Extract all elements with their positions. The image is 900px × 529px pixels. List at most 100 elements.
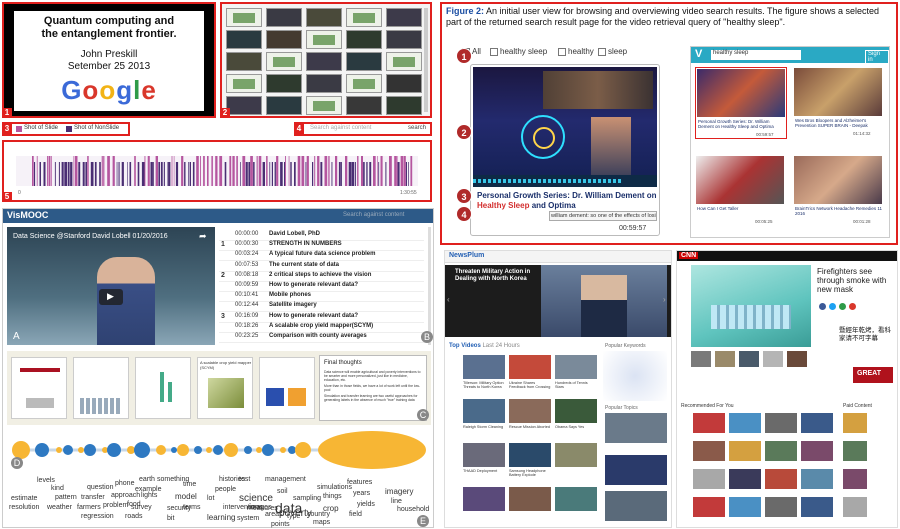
topic-bubble[interactable] (244, 446, 252, 454)
timeline-nonslide-shot[interactable] (369, 162, 372, 186)
toc-item[interactable]: 00:09:59 How to generate relevant data? (219, 282, 424, 292)
hero-prev-icon[interactable]: ‹ (447, 295, 450, 304)
timeline-slide-shot[interactable] (258, 156, 262, 186)
timeline-slide-shot[interactable] (256, 156, 258, 186)
result-card-4[interactable]: BrainTrics Network Headache Remedies 11 … (793, 155, 885, 227)
wordcloud-word[interactable]: model (175, 492, 197, 501)
topic-thumb-1[interactable] (605, 413, 667, 443)
wordcloud-word[interactable]: lot (207, 495, 214, 502)
topic-bubble[interactable] (107, 443, 121, 457)
timeline-nonslide-shot[interactable] (34, 162, 36, 186)
timeline-slide-shot[interactable] (181, 156, 184, 186)
timeline-nonslide-shot[interactable] (192, 162, 195, 186)
filter-healthy-sleep-checkbox[interactable] (490, 48, 498, 56)
news-video-card[interactable]: Samsung Headphone Battery Explode (509, 443, 551, 483)
result-card-2[interactable]: Wes Bros Bloopers and Alzheimer's Preven… (793, 67, 885, 139)
cnn-recommended-thumb[interactable] (729, 469, 761, 489)
toc-item[interactable]: 00:00:00 David Lobell, PhD (219, 231, 424, 241)
result-search-input[interactable]: healthy sleep (711, 50, 801, 60)
hero-video[interactable] (541, 265, 667, 337)
timeline-slide-shot[interactable] (47, 156, 49, 186)
timeline-nonslide-shot[interactable] (150, 162, 153, 186)
timeline-slide-shot[interactable] (51, 156, 52, 186)
wordcloud-word[interactable]: approach (111, 492, 140, 499)
toc-item[interactable]: 00:12:44 Satellite imagery (219, 302, 424, 313)
timeline-slide-shot[interactable] (276, 156, 279, 186)
timeline-nonslide-shot[interactable] (161, 162, 163, 186)
timeline-nonslide-shot[interactable] (90, 162, 94, 186)
slide-thumb-1[interactable] (11, 357, 67, 419)
shot-thumbnail[interactable] (266, 8, 302, 27)
timeline-nonslide-shot[interactable] (405, 162, 407, 186)
topic-bubble[interactable] (78, 447, 84, 453)
topic-thumb-3[interactable] (605, 491, 667, 521)
last-24-hours-label[interactable]: Last 24 Hours (482, 343, 519, 349)
wordcloud-word[interactable]: bit (167, 515, 174, 522)
timeline-nonslide-shot[interactable] (85, 162, 87, 186)
timeline-slide-shot[interactable] (36, 156, 38, 186)
wordcloud-word[interactable]: security (167, 505, 191, 512)
cnn-recommended-thumb[interactable] (801, 469, 833, 489)
timeline-slide-shot[interactable] (215, 156, 218, 186)
toc-item[interactable]: 00:07:53 The current state of data (219, 262, 424, 272)
timeline-nonslide-shot[interactable] (141, 162, 145, 186)
timeline-slide-shot[interactable] (134, 156, 136, 186)
filter-sleep-checkbox[interactable] (598, 48, 606, 56)
timeline-slide-shot[interactable] (87, 156, 89, 186)
wordcloud-word[interactable]: imagery (385, 487, 413, 496)
timeline-nonslide-shot[interactable] (280, 162, 283, 186)
wordcloud-word[interactable]: line (391, 498, 402, 505)
cnn-recommended-thumb[interactable] (801, 441, 833, 461)
timeline-nonslide-shot[interactable] (240, 162, 241, 186)
wordcloud-word[interactable]: earth (139, 476, 155, 483)
shot-thumbnail[interactable] (266, 30, 302, 49)
topic-bubble-large[interactable] (318, 431, 426, 469)
timeline-nonslide-shot[interactable] (99, 162, 101, 186)
wordcloud-word[interactable]: system (237, 515, 259, 522)
timeline-slide-shot[interactable] (357, 156, 359, 186)
news-video-card[interactable]: Tillerson: Military Option Threats to No… (463, 355, 505, 395)
wordcloud-word[interactable]: transfer (81, 494, 105, 501)
timeline-slide-shot[interactable] (335, 156, 338, 186)
news-video-card[interactable]: Rescue Mission Aborted (509, 399, 551, 439)
timeline-nonslide-shot[interactable] (290, 162, 292, 186)
wordcloud-word[interactable]: people (215, 486, 236, 493)
wordcloud-word[interactable]: weather (47, 504, 72, 511)
topic-bubble[interactable] (213, 445, 223, 455)
wordcloud-word[interactable]: kind (51, 485, 64, 492)
slide-thumb-3[interactable] (135, 357, 191, 419)
timeline-slide-shot[interactable] (211, 156, 213, 186)
timeline-nonslide-shot[interactable] (385, 162, 387, 186)
timeline-nonslide-shot[interactable] (116, 162, 118, 186)
timeline-slide-shot[interactable] (396, 156, 398, 186)
timeline-nonslide-shot[interactable] (189, 162, 191, 186)
timeline-slide-shot[interactable] (345, 156, 348, 186)
timeline-slide-shot[interactable] (73, 156, 75, 186)
share-icons[interactable] (819, 303, 889, 311)
cnn-recommended-thumb[interactable] (693, 441, 725, 461)
timeline-slide-shot[interactable] (410, 156, 413, 186)
topic-bubble[interactable] (194, 446, 202, 454)
timeline-slide-shot[interactable] (361, 156, 363, 186)
timeline-slide-shot[interactable] (48, 156, 51, 186)
wordcloud-word[interactable]: estimate (11, 495, 37, 502)
timeline-slide-shot[interactable] (314, 156, 316, 186)
timeline-nonslide-shot[interactable] (331, 162, 333, 186)
timeline-nonslide-shot[interactable] (224, 162, 227, 186)
timeline-slide-shot[interactable] (306, 156, 309, 186)
result-card-3[interactable]: How Can I Get Taller 00:05:25 (695, 155, 787, 227)
timeline-slide-shot[interactable] (32, 156, 34, 186)
wordcloud-word[interactable]: farmers (77, 504, 101, 511)
grid-scrollbar[interactable] (424, 8, 428, 112)
timeline-slide-shot[interactable] (232, 156, 235, 186)
wordcloud-word[interactable]: features (347, 479, 372, 486)
news-video-card[interactable]: Hundreds of Tennis Stars (555, 355, 597, 395)
toc-item[interactable]: 00:18:26 A scalable crop yield mapper(SCY… (219, 323, 424, 333)
timeline-nonslide-shot[interactable] (127, 162, 128, 186)
wordcloud-word[interactable]: levels (37, 477, 55, 484)
cnn-recommended-thumb[interactable] (693, 497, 725, 517)
shot-thumbnail[interactable] (386, 74, 422, 93)
timeline-slide-shot[interactable] (266, 156, 268, 186)
wordcloud-word[interactable]: survey (131, 504, 152, 511)
timeline-nonslide-shot[interactable] (78, 162, 81, 186)
